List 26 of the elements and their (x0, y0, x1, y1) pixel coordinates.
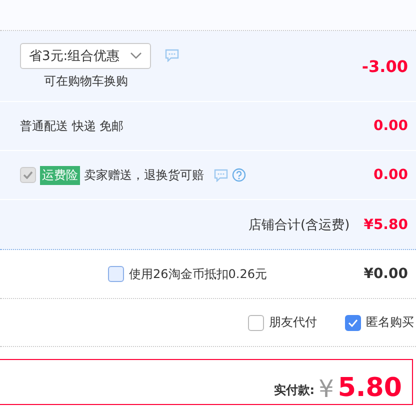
coins-label: 使用26淘金币抵扣0.26元 (129, 266, 267, 282)
store-total-label: 店铺合计(含运费) (248, 216, 350, 234)
insurance-tag: 运费险 (40, 166, 80, 184)
payment-amount: 5.80 (338, 375, 402, 401)
insurance-amount: 0.00 (373, 167, 408, 183)
insurance-text: 卖家赠送，退换货可赔 (84, 166, 204, 184)
shipping-label: 普通配送 快递 免邮 (20, 118, 124, 134)
discount-dropdown[interactable]: 省3元:组合优惠 (20, 42, 151, 68)
help-icon[interactable] (232, 168, 246, 182)
message-icon[interactable] (164, 49, 179, 62)
check-icon (348, 318, 358, 326)
currency-sign: ¥ (318, 377, 334, 401)
discount-amount: -3.00 (362, 56, 408, 76)
payment-label: 实付款: (274, 382, 315, 399)
coins-amount: ¥0.00 (364, 266, 408, 282)
option-label: 匿名购买 (366, 314, 414, 331)
caret-icon (130, 52, 142, 60)
option-checkbox[interactable] (248, 314, 264, 330)
option-checkbox[interactable] (345, 314, 361, 330)
shipping-amount: 0.00 (373, 118, 408, 134)
option-label: 朋友代付 (269, 314, 317, 331)
check-icon (23, 171, 33, 179)
coins-checkbox[interactable] (108, 266, 124, 282)
message-icon[interactable] (214, 168, 228, 182)
store-total-amount: ¥5.80 (364, 216, 408, 232)
exchange-note: 可在购物车换购 (44, 72, 128, 90)
